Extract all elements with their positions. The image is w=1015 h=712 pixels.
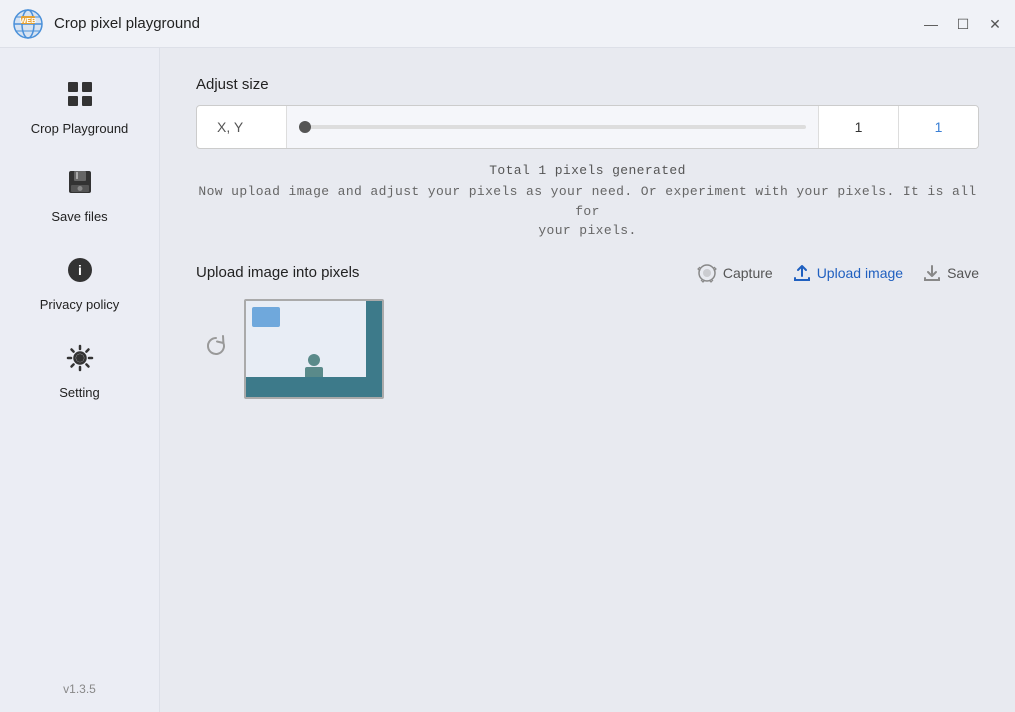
close-button[interactable]: ✕ [987, 16, 1003, 32]
sidebar-item-crop-playground[interactable]: Crop Playground [0, 68, 159, 148]
save-icon [923, 264, 941, 282]
capture-label: Capture [723, 265, 773, 281]
person-head [308, 354, 320, 366]
sidebar-item-label-privacy-policy: Privacy policy [40, 297, 119, 312]
adjust-size-label: Adjust size [196, 76, 979, 93]
size-input-y[interactable] [898, 106, 978, 148]
maximize-button[interactable]: ☐ [955, 16, 971, 32]
adjust-size-section: Adjust size X, Y [196, 76, 979, 163]
save-button[interactable]: Save [923, 264, 979, 282]
upload-label: Upload image [817, 265, 903, 281]
app-body: Crop Playground Save files i [0, 48, 1015, 712]
pixels-generated-text: Total 1 pixels generated [196, 163, 979, 178]
svg-text:WEB: WEB [20, 18, 36, 25]
sidebar: Crop Playground Save files i [0, 48, 160, 712]
save-files-icon [66, 168, 94, 203]
preview-bottom-bar [246, 377, 366, 397]
xy-label: X, Y [197, 106, 287, 148]
action-buttons: Capture Upload image [697, 263, 979, 283]
preview-teal-bar [366, 301, 382, 397]
svg-text:i: i [78, 262, 82, 278]
app-title: Crop pixel playground [54, 15, 200, 32]
slider-thumb[interactable] [299, 121, 311, 133]
title-bar-left: WEB Crop pixel playground [12, 8, 200, 40]
capture-icon [697, 263, 717, 283]
title-bar: WEB Crop pixel playground — ☐ ✕ [0, 0, 1015, 48]
upload-header: Upload image into pixels Capture [196, 263, 979, 283]
size-row: X, Y [196, 105, 979, 149]
sidebar-item-label-crop-playground: Crop Playground [31, 121, 129, 136]
slider-track[interactable] [299, 125, 806, 129]
crop-playground-icon [66, 80, 94, 115]
version-label: v1.3.5 [63, 682, 96, 696]
camera-row [196, 299, 979, 399]
size-slider-area[interactable] [287, 106, 818, 148]
sidebar-item-label-save-files: Save files [51, 209, 107, 224]
upload-button[interactable]: Upload image [793, 264, 903, 282]
window-controls: — ☐ ✕ [923, 16, 1003, 32]
preview-blue-corner [252, 307, 280, 327]
upload-title: Upload image into pixels [196, 264, 359, 281]
save-label: Save [947, 265, 979, 281]
sidebar-item-privacy-policy[interactable]: i Privacy policy [0, 244, 159, 324]
upload-section: Upload image into pixels Capture [196, 263, 979, 399]
privacy-policy-icon: i [66, 256, 94, 291]
person-body [305, 367, 323, 377]
sidebar-item-label-setting: Setting [59, 385, 99, 400]
camera-refresh-icon[interactable] [204, 334, 228, 364]
setting-icon [66, 344, 94, 379]
sidebar-item-save-files[interactable]: Save files [0, 156, 159, 236]
sidebar-item-setting[interactable]: Setting [0, 332, 159, 412]
capture-button[interactable]: Capture [697, 263, 773, 283]
pixels-instruction-text: Now upload image and adjust your pixels … [196, 182, 979, 241]
preview-person [305, 354, 323, 377]
main-content: Adjust size X, Y Total 1 pixels generate… [160, 48, 1015, 712]
app-icon: WEB [12, 8, 44, 40]
size-input-x[interactable] [818, 106, 898, 148]
info-section: Total 1 pixels generated Now upload imag… [196, 163, 979, 241]
minimize-button[interactable]: — [923, 16, 939, 32]
preview-container [244, 299, 384, 399]
upload-icon [793, 264, 811, 282]
